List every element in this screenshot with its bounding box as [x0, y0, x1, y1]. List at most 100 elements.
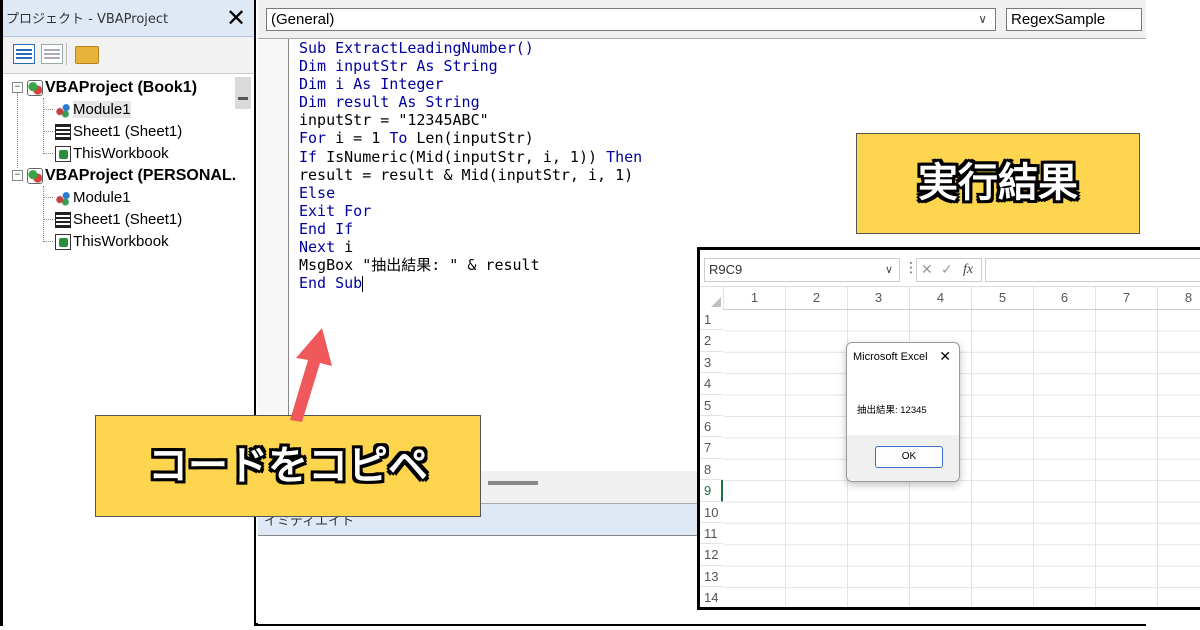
- code-keyword: result: [335, 93, 399, 112]
- tree-connector: [43, 153, 53, 154]
- code-token: Len(inputStr): [416, 129, 534, 148]
- tree-connector: [17, 92, 18, 168]
- row-header[interactable]: 1: [700, 309, 723, 331]
- collapse-icon[interactable]: −: [12, 82, 23, 93]
- tree-item-personal-module1[interactable]: Module1: [55, 186, 131, 208]
- row-header[interactable]: 12: [700, 544, 723, 566]
- object-dropdown-value: (General): [271, 11, 335, 28]
- close-icon[interactable]: ✕: [939, 348, 951, 365]
- row-header[interactable]: 4: [700, 373, 723, 395]
- tree-item-personal-sheet1[interactable]: Sheet1 (Sheet1): [55, 208, 182, 230]
- module-icon: [55, 101, 71, 118]
- column-header[interactable]: 3: [848, 287, 910, 309]
- column-header[interactable]: 7: [1096, 287, 1158, 309]
- code-line[interactable]: If IsNumeric(Mid(inputStr, i, 1)) Then: [299, 148, 642, 166]
- tree-item-vbaproject-personal[interactable]: − VBAProject (PERSONAL.: [12, 164, 236, 186]
- row-header[interactable]: 9: [700, 480, 723, 502]
- code-line[interactable]: Sub ExtractLeadingNumber(): [299, 39, 642, 57]
- tree-item-sheet1[interactable]: Sheet1 (Sheet1): [55, 120, 182, 142]
- code-text[interactable]: Sub ExtractLeadingNumber() Dim inputStr A…: [299, 39, 642, 292]
- message-box-footer: OK: [847, 435, 959, 481]
- code-line[interactable]: For i = 1 To Len(inputStr): [299, 129, 642, 147]
- code-token: inputStr = "12345ABC": [299, 111, 489, 130]
- row-header[interactable]: 11: [700, 523, 723, 545]
- column-header[interactable]: 6: [1034, 287, 1096, 309]
- column-header[interactable]: 2: [786, 287, 848, 309]
- code-token: result = result & Mid(inputStr, i, 1): [299, 165, 634, 184]
- toolbar-separator: [66, 43, 67, 65]
- tree-item-module1[interactable]: Module1: [55, 98, 131, 120]
- code-line[interactable]: End Sub: [299, 274, 642, 292]
- project-explorer: プロジェクト - VBAProject ✕ − VBAProject (Book1…: [3, 0, 256, 626]
- row-header[interactable]: 7: [700, 437, 723, 459]
- tree-connector: [43, 219, 53, 220]
- insert-function-icon[interactable]: fx: [963, 259, 973, 281]
- tree-connector: [43, 241, 53, 242]
- row-header[interactable]: 14: [700, 587, 723, 607]
- code-line[interactable]: Else: [299, 184, 642, 202]
- name-box[interactable]: R9C9 ∨: [704, 258, 900, 282]
- row-header[interactable]: 10: [700, 501, 723, 523]
- row-header[interactable]: 3: [700, 351, 723, 374]
- row-header[interactable]: 2: [700, 330, 723, 352]
- code-keyword: If: [299, 147, 327, 166]
- code-line[interactable]: Dim result As String: [299, 93, 642, 111]
- code-keyword: As Integer: [353, 75, 444, 94]
- tree-item-thisworkbook[interactable]: ThisWorkbook: [55, 142, 169, 164]
- view-object-button[interactable]: [41, 44, 63, 64]
- row-header[interactable]: 6: [700, 416, 723, 438]
- tree-connector: [43, 98, 44, 154]
- toggle-folders-folder-icon[interactable]: [75, 46, 99, 64]
- vba-project-icon: [27, 79, 43, 96]
- code-line[interactable]: Next i: [299, 238, 642, 256]
- row-header[interactable]: 5: [700, 394, 723, 416]
- row-header[interactable]: 8: [700, 458, 723, 481]
- object-dropdown[interactable]: (General) ∨: [266, 8, 996, 31]
- message-box-text: 抽出結果: 12345: [857, 405, 927, 416]
- tree-connector: [43, 131, 53, 132]
- code-line[interactable]: inputStr = "12345ABC": [299, 111, 642, 129]
- code-token: i: [344, 238, 354, 257]
- column-header[interactable]: 4: [910, 287, 972, 309]
- code-line[interactable]: Dim i As Integer: [299, 75, 642, 93]
- sheet-icon: [55, 123, 71, 140]
- confirm-icon[interactable]: ✓: [941, 259, 953, 281]
- chevron-down-icon[interactable]: ∨: [978, 9, 987, 30]
- code-window-header: (General) ∨ RegexSample: [258, 0, 1146, 39]
- code-keyword: Sub: [299, 39, 336, 57]
- select-all-corner[interactable]: [700, 287, 724, 310]
- code-keyword: Dim: [299, 75, 336, 94]
- column-header[interactable]: 5: [972, 287, 1034, 309]
- worksheet-cells[interactable]: [724, 309, 1200, 607]
- code-keyword: ExtractLeadingNumber(): [335, 39, 534, 57]
- copy-paste-callout: コードをコピペ: [95, 415, 481, 517]
- code-token: MsgBox "抽出結果: " & result: [299, 256, 540, 275]
- code-line[interactable]: Exit For: [299, 202, 642, 220]
- cancel-icon[interactable]: ✕: [921, 259, 933, 281]
- column-header[interactable]: 1: [724, 287, 786, 309]
- code-keyword: To: [389, 129, 417, 148]
- code-keyword: Dim: [299, 57, 336, 76]
- sheet-icon: [55, 211, 71, 228]
- workbook-icon: [55, 145, 71, 162]
- row-header[interactable]: 13: [700, 565, 723, 588]
- procedure-dropdown[interactable]: RegexSample: [1006, 8, 1142, 31]
- tree-item-personal-thisworkbook[interactable]: ThisWorkbook: [55, 230, 169, 252]
- excel-window: R9C9 ∨ ⋮ ✕ ✓ fx 1 2 3 4 5 6 7 8 1 2 3 4 5 6 7 8 9 10 11 12 1…: [697, 247, 1200, 610]
- code-line[interactable]: result = result & Mid(inputStr, i, 1): [299, 166, 642, 184]
- toolbar-scroll-button[interactable]: [235, 77, 251, 109]
- code-line[interactable]: End If: [299, 220, 642, 238]
- chevron-down-icon[interactable]: ∨: [885, 259, 893, 281]
- code-keyword: Next: [299, 238, 345, 257]
- formula-input[interactable]: [985, 258, 1200, 282]
- scrollbar-thumb[interactable]: [488, 481, 538, 485]
- formula-bar: R9C9 ∨ ⋮ ✕ ✓ fx: [700, 250, 1200, 287]
- view-code-button[interactable]: [13, 44, 35, 64]
- collapse-icon[interactable]: −: [12, 170, 23, 181]
- ok-button[interactable]: OK: [875, 446, 943, 468]
- column-header[interactable]: 8: [1158, 287, 1200, 309]
- code-line[interactable]: MsgBox "抽出結果: " & result: [299, 256, 642, 274]
- tree-item-vbaproject-book1[interactable]: − VBAProject (Book1): [12, 76, 197, 98]
- close-icon[interactable]: ✕: [223, 5, 249, 31]
- code-line[interactable]: Dim inputStr As String: [299, 57, 642, 75]
